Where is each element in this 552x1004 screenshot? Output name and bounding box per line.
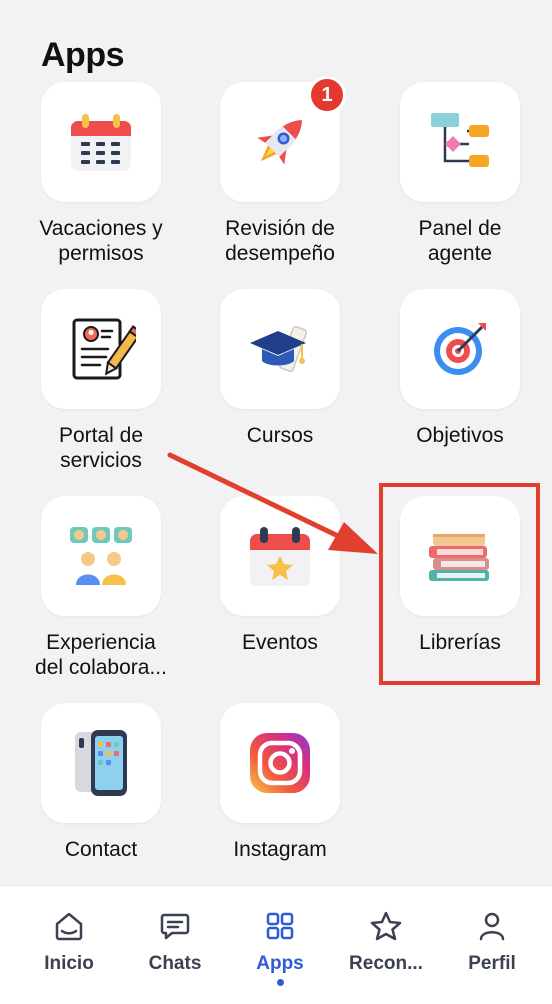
app-objetivos[interactable]: Objetivos xyxy=(370,289,550,448)
app-label: Instagram xyxy=(233,838,327,861)
nav-label: Inicio xyxy=(44,953,94,974)
app-label: Objetivos xyxy=(416,424,504,447)
app-instagram[interactable]: Instagram xyxy=(190,703,370,862)
app-label: Contact xyxy=(64,838,138,861)
rocket-icon xyxy=(245,107,315,177)
app-tile[interactable] xyxy=(41,289,161,409)
nav-label: Apps xyxy=(256,953,304,974)
home-icon xyxy=(53,910,85,947)
active-indicator xyxy=(276,979,284,986)
bottom-nav: Inicio Chats Apps Recon... Perfil xyxy=(0,885,552,1004)
nav-item-inicio[interactable]: Inicio xyxy=(14,910,124,975)
app-tile[interactable] xyxy=(400,289,520,409)
nav-item-perfil[interactable]: Perfil xyxy=(437,910,547,975)
app-label: Vacaciones y permisos xyxy=(39,217,163,265)
app-portal-servicios[interactable]: Portal de servicios xyxy=(11,289,191,473)
nav-label: Chats xyxy=(148,953,202,974)
flowchart-icon xyxy=(427,109,493,175)
app-label: Cursos xyxy=(246,424,314,447)
app-tile[interactable]: 1 xyxy=(220,76,346,202)
app-revision-desempeno[interactable]: 1 Revisión de desempeño xyxy=(190,76,370,266)
app-tile[interactable] xyxy=(41,82,161,202)
app-tile[interactable] xyxy=(220,289,340,409)
app-tile[interactable] xyxy=(41,496,161,616)
nav-label: Recon... xyxy=(349,953,423,974)
nav-label: Perfil xyxy=(468,953,516,974)
app-tile[interactable] xyxy=(41,703,161,823)
calendar-icon xyxy=(68,111,134,173)
apps-grid-icon xyxy=(264,910,296,947)
event-calendar-star-icon xyxy=(247,524,313,588)
chat-icon xyxy=(159,910,191,947)
graduation-cap-icon xyxy=(244,319,316,379)
instagram-icon xyxy=(247,730,313,796)
app-label: Eventos xyxy=(242,631,318,654)
app-label: Revisión de desempeño xyxy=(225,217,335,265)
nav-item-chats[interactable]: Chats xyxy=(120,910,230,975)
nav-item-apps[interactable]: Apps xyxy=(225,910,335,986)
apps-screen: Apps Vacaciones y permisos 1 Revisión de… xyxy=(0,0,552,1004)
star-icon xyxy=(369,910,403,947)
nav-item-reconocimientos[interactable]: Recon... xyxy=(331,910,441,975)
document-pen-icon xyxy=(66,314,136,384)
app-tile[interactable] xyxy=(400,82,520,202)
person-icon xyxy=(476,910,508,947)
target-icon xyxy=(428,317,492,381)
app-tile[interactable] xyxy=(220,496,340,616)
app-eventos[interactable]: Eventos xyxy=(190,496,370,655)
app-label: Experiencia del colabora... xyxy=(35,631,167,679)
phone-icon xyxy=(71,728,131,798)
app-vacaciones[interactable]: Vacaciones y permisos xyxy=(11,82,191,266)
app-tile[interactable] xyxy=(220,703,340,823)
feedback-people-icon xyxy=(68,523,134,589)
app-cursos[interactable]: Cursos xyxy=(190,289,370,448)
notification-badge: 1 xyxy=(308,76,346,114)
app-panel-agente[interactable]: Panel de agente xyxy=(370,82,550,266)
app-contact[interactable]: Contact xyxy=(11,703,191,862)
app-label: Portal de servicios xyxy=(58,424,144,472)
app-experiencia-colaborador[interactable]: Experiencia del colabora... xyxy=(11,496,191,680)
app-label: Panel de agente xyxy=(418,217,502,265)
highlight-box xyxy=(379,483,540,685)
page-title: Apps xyxy=(41,36,125,74)
